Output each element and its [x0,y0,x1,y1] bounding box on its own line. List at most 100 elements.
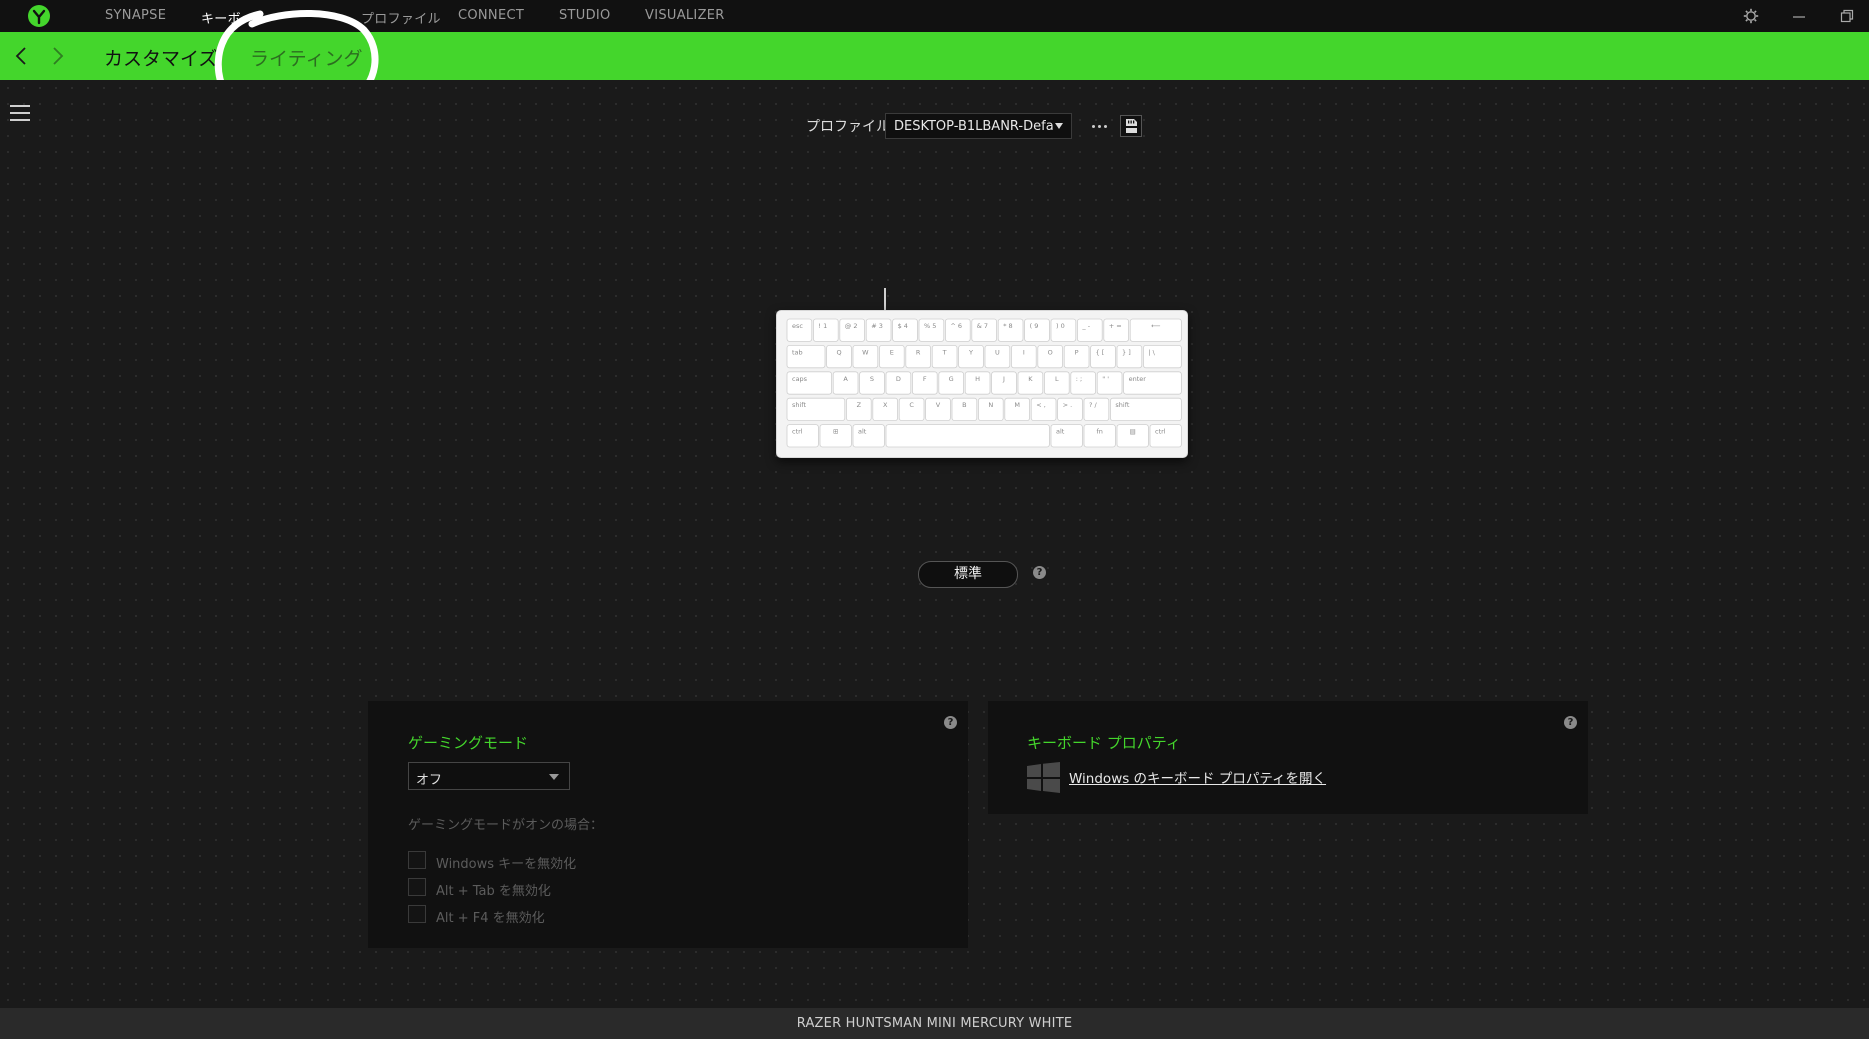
key[interactable]: K [1017,371,1044,395]
nav-profiles[interactable]: プロファイル [361,8,441,27]
razer-logo-icon[interactable] [27,4,51,28]
hamburger-menu-icon[interactable] [10,104,32,122]
key-label: } ] [1122,348,1131,356]
key[interactable]: & 7 [971,318,998,342]
key[interactable]: ctrl [786,424,819,448]
profile-dropdown[interactable]: DESKTOP-B1LBANR-Defa [885,113,1072,139]
key-label: K [1028,375,1033,383]
onboard-memory-button[interactable] [1120,115,1142,137]
key[interactable]: E [879,345,905,369]
key[interactable]: $ 4 [892,318,918,342]
help-icon[interactable]: ? [1033,566,1046,579]
key[interactable]: F [911,371,938,395]
maximize-button[interactable] [1835,6,1859,26]
tab-customize[interactable]: カスタマイズ [104,44,217,71]
key[interactable]: @ 2 [839,318,865,342]
key[interactable]: H [964,371,991,395]
key[interactable]: C [898,397,925,421]
key[interactable]: : ; [1070,371,1096,395]
key[interactable]: alt [852,424,885,448]
disable-alt-tab-checkbox[interactable] [408,878,426,896]
key[interactable]: " ' [1096,371,1123,395]
help-icon[interactable]: ? [1564,716,1577,729]
key-label: X [883,401,888,409]
key[interactable]: ( 9 [1024,318,1050,342]
key[interactable]: Q [826,345,852,369]
key[interactable]: I [1010,345,1037,369]
key-label: $ 4 [898,322,908,330]
key[interactable]: esc [786,318,813,342]
key[interactable]: shift [1109,397,1182,421]
key[interactable]: M [1004,397,1031,421]
key[interactable]: fn [1083,424,1116,448]
forward-button[interactable] [49,44,67,68]
key[interactable]: > . [1057,397,1083,421]
key[interactable]: U [984,345,1011,369]
key[interactable]: T [931,345,958,369]
open-keyboard-properties-link[interactable]: Windows のキーボード プロパティを開く [1069,767,1326,787]
key[interactable]: enter [1123,371,1182,395]
key[interactable]: _ - [1076,318,1103,342]
standard-mode-button[interactable]: 標準 [918,561,1018,588]
key[interactable]: | \ [1142,345,1182,369]
key[interactable]: D [885,371,912,395]
key[interactable]: ? / [1083,397,1110,421]
key[interactable]: J [991,371,1017,395]
key-label: U [995,348,1000,356]
back-button[interactable] [12,44,30,68]
keyboard-image[interactable]: esc ! 1 @ 2 # 3 $ 4 % 5 ^ 6 & 7 * 8 ( 9 ) 0 _ - + = ⟵… [776,310,1188,458]
key[interactable]: X [872,397,899,421]
key-label: # 3 [871,322,883,330]
tab-lighting[interactable]: ライティング [250,44,362,71]
minimize-button[interactable] [1787,6,1811,26]
gaming-mode-dropdown[interactable]: オフ [408,762,570,790]
key[interactable]: L [1043,371,1070,395]
nav-synapse[interactable]: SYNAPSE [105,8,166,23]
key[interactable]: P [1063,345,1090,369]
key[interactable]: } ] [1116,345,1143,369]
key-label: ! 1 [818,322,827,330]
key[interactable]: O [1037,345,1063,369]
key[interactable]: ) 0 [1050,318,1077,342]
nav-studio[interactable]: STUDIO [559,8,611,23]
key[interactable]: tab [786,345,826,369]
key[interactable]: ^ 6 [944,318,971,342]
key[interactable]: B [951,397,978,421]
key[interactable]: ! 1 [813,318,839,342]
key[interactable]: V [925,397,951,421]
key[interactable]: ⟵ [1129,318,1182,342]
settings-button[interactable] [1739,6,1763,26]
key[interactable]: < , [1030,397,1057,421]
key[interactable]: N [977,397,1004,421]
disable-windows-key-checkbox[interactable] [408,851,426,869]
more-options-icon[interactable] [1089,116,1111,136]
key-label: ) 0 [1056,322,1065,330]
disable-alt-f4-checkbox[interactable] [408,905,426,923]
nav-keyboard[interactable]: キーボー [201,8,254,27]
key[interactable]: * 8 [997,318,1024,342]
key[interactable]: Y [958,345,984,369]
key[interactable]: # 3 [865,318,892,342]
key[interactable]: S [859,371,885,395]
key[interactable]: % 5 [918,318,945,342]
nav-connect[interactable]: CONNECT [458,8,524,23]
key[interactable]: R [905,345,932,369]
key[interactable]: alt [1050,424,1083,448]
key[interactable]: + = [1103,318,1129,342]
key[interactable]: Z [846,397,872,421]
help-icon[interactable]: ? [944,716,957,729]
key[interactable]: ⊞ [819,424,852,448]
key-label: % 5 [924,322,936,330]
maximize-icon [1840,9,1854,23]
key[interactable]: ▤ [1116,424,1149,448]
key[interactable] [885,424,1050,448]
key[interactable]: caps [786,371,832,395]
key[interactable]: W [852,345,879,369]
key[interactable]: { [ [1090,345,1116,369]
key[interactable]: A [832,371,859,395]
key[interactable]: ctrl [1149,424,1182,448]
nav-visualizer[interactable]: VISUALIZER [645,8,725,23]
key-label: ^ 6 [950,322,962,330]
key[interactable]: G [938,371,965,395]
key[interactable]: shift [786,397,846,421]
